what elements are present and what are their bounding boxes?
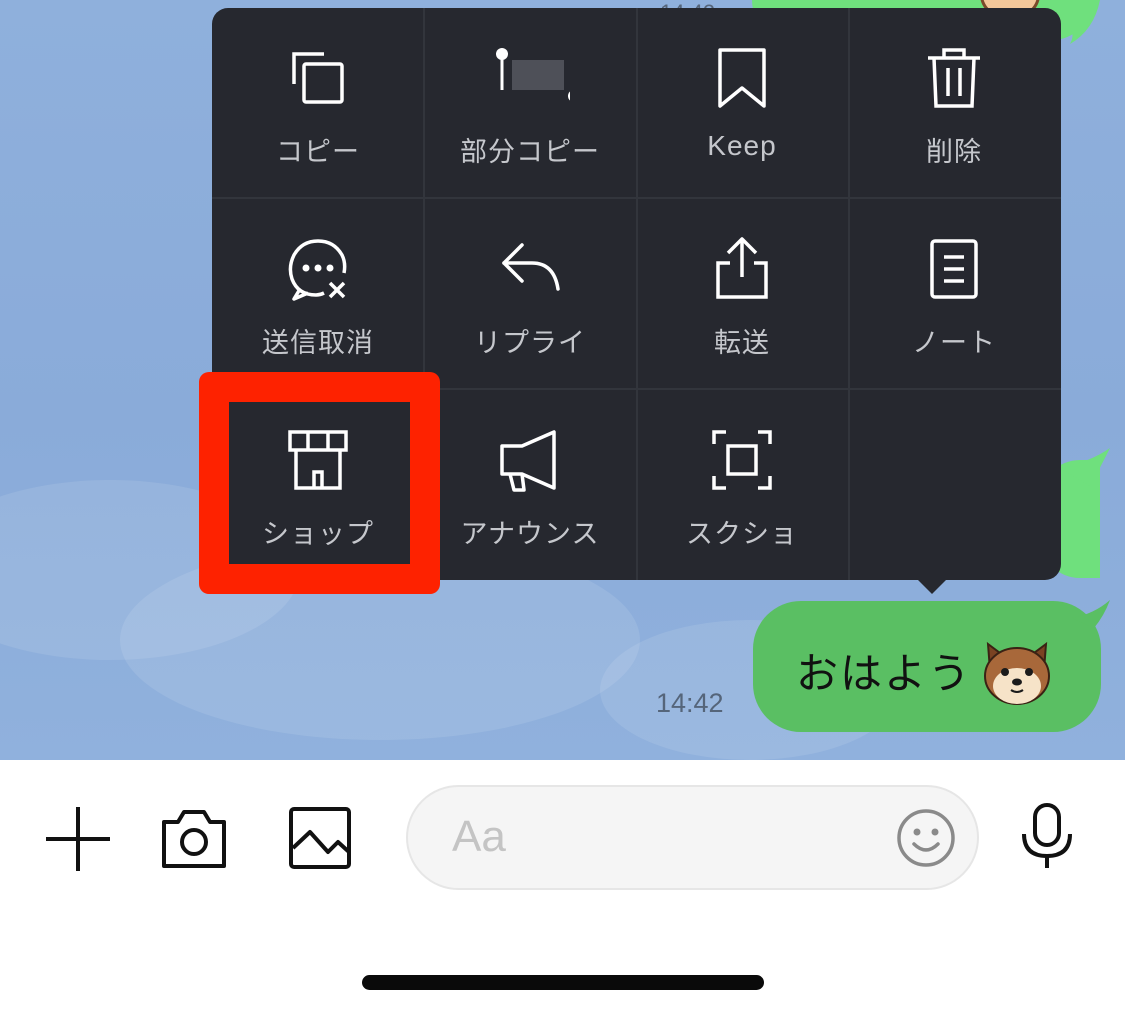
menu-item-label: コピー (276, 137, 360, 168)
menu-item-label: 削除 (926, 137, 982, 168)
bookmark-icon (718, 48, 766, 108)
bubble-tail (1060, 448, 1110, 486)
menu-item-copy[interactable]: コピー (212, 8, 424, 198)
menu-item-reply[interactable]: リプライ (424, 199, 636, 389)
trash-icon (928, 48, 980, 108)
menu-item-forward[interactable]: 転送 (636, 199, 848, 389)
note-icon (930, 239, 978, 299)
menu-item-note[interactable]: ノート (848, 199, 1060, 389)
menu-item-label: スクショ (686, 519, 798, 550)
share-icon (716, 237, 768, 299)
plus-icon[interactable] (44, 805, 112, 873)
message-input-placeholder: Aa (452, 812, 506, 861)
menu-item-delete[interactable]: 削除 (848, 8, 1060, 198)
message-time: 14:42 (656, 688, 724, 718)
menu-item-label: 転送 (714, 328, 770, 359)
microphone-icon[interactable] (1018, 802, 1076, 870)
copy-icon (292, 52, 344, 104)
highlight-box (199, 372, 440, 594)
menu-item-partial-copy[interactable]: 部分コピー (424, 8, 636, 198)
screenshot-icon (712, 430, 772, 490)
menu-item-label: 送信取消 (262, 328, 374, 359)
menu-item-label: Keep (707, 130, 777, 161)
menu-item-label: ノート (912, 328, 996, 359)
menu-item-announce[interactable]: アナウンス (424, 390, 636, 580)
message-text: おはよう (796, 649, 973, 698)
image-icon[interactable] (288, 806, 352, 870)
menu-item-screenshot[interactable]: スクショ (636, 390, 848, 580)
menu-item-label: リプライ (474, 328, 586, 359)
bubble-tail (1072, 600, 1110, 628)
partial-copy-icon (496, 48, 570, 101)
menu-item-label: アナウンス (460, 519, 600, 550)
menu-item-unsend[interactable]: 送信取消 (212, 199, 424, 389)
menu-pointer (916, 578, 948, 594)
camera-icon[interactable] (160, 806, 228, 870)
shiba-dog-emoji (984, 641, 1050, 705)
reply-icon (502, 243, 560, 291)
home-indicator[interactable] (362, 975, 764, 990)
unsend-icon (288, 239, 347, 301)
menu-item-keep[interactable]: Keep (636, 8, 848, 198)
emoji-icon[interactable] (896, 808, 956, 868)
menu-item-label: 部分コピー (460, 137, 600, 168)
megaphone-icon (500, 430, 556, 492)
